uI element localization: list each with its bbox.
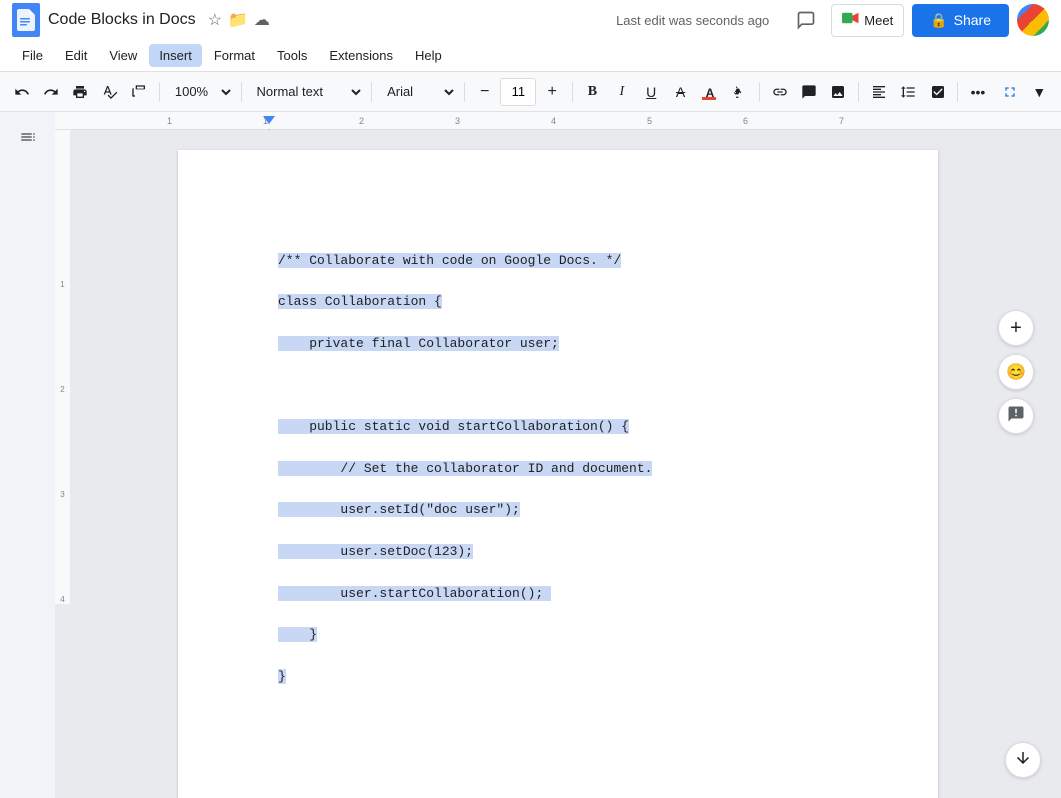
- style-select[interactable]: Normal text Heading 1 Heading 2 Heading …: [248, 78, 366, 106]
- divider-2: [241, 82, 242, 102]
- redo-button[interactable]: [37, 78, 64, 106]
- bold-button[interactable]: B: [579, 78, 606, 106]
- menu-help[interactable]: Help: [405, 44, 452, 67]
- emoji-icon: 😊: [1006, 362, 1026, 382]
- header-buttons: Meet 🔒 Share: [789, 3, 1049, 37]
- link-button[interactable]: [766, 78, 793, 106]
- feedback-icon: [1007, 405, 1025, 428]
- menu-view[interactable]: View: [99, 44, 147, 67]
- document-page: /** Collaborate with code on Google Docs…: [178, 150, 938, 798]
- toolbar: 100% 75% 125% 150% Normal text Heading 1…: [0, 72, 1061, 112]
- ruler-left: 1 2 3 4: [55, 130, 70, 604]
- menu-format[interactable]: Format: [204, 44, 265, 67]
- divider-8: [957, 82, 958, 102]
- menu-extensions[interactable]: Extensions: [319, 44, 403, 67]
- text-color-button[interactable]: A: [696, 78, 723, 106]
- outline-toggle[interactable]: [13, 122, 43, 152]
- main-area: 1 1 2 3 4 5 6 7 1 2 3 4: [0, 112, 1061, 798]
- share-button[interactable]: 🔒 Share: [912, 4, 1009, 37]
- suggest-button[interactable]: [996, 78, 1024, 106]
- font-size-decrease-button[interactable]: −: [471, 78, 498, 106]
- divider-7: [858, 82, 859, 102]
- divider-6: [759, 82, 760, 102]
- menu-tools[interactable]: Tools: [267, 44, 317, 67]
- cloud-icon[interactable]: ☁: [254, 10, 270, 30]
- divider-3: [371, 82, 372, 102]
- highlight-button[interactable]: [726, 78, 753, 106]
- meet-label: Meet: [864, 13, 893, 28]
- bottom-nav: [1005, 742, 1041, 778]
- left-panel: [0, 112, 55, 798]
- zoom-select[interactable]: 100% 75% 125% 150%: [166, 78, 235, 106]
- comment-button[interactable]: [795, 78, 822, 106]
- menu-insert[interactable]: Insert: [149, 44, 202, 67]
- title-bar: Code Blocks in Docs ☆ 📁 ☁ Last edit was …: [0, 0, 1061, 40]
- ruler: 1 1 2 3 4 5 6 7: [55, 112, 1061, 130]
- star-icon[interactable]: ☆: [208, 10, 222, 30]
- more-button[interactable]: •••: [964, 78, 991, 106]
- plus-icon: +: [1010, 317, 1022, 340]
- undo-button[interactable]: [8, 78, 35, 106]
- font-select[interactable]: Arial Times New Roman Courier New: [378, 78, 458, 106]
- menu-bar: File Edit View Insert Format Tools Exten…: [0, 40, 1061, 72]
- doc-title[interactable]: Code Blocks in Docs: [48, 11, 196, 29]
- add-button[interactable]: +: [998, 310, 1034, 346]
- scroll-down-button[interactable]: [1005, 742, 1041, 778]
- divider-4: [464, 82, 465, 102]
- content-area: 1 1 2 3 4 5 6 7 1 2 3 4: [55, 112, 1061, 798]
- down-arrow-icon: [1014, 749, 1032, 772]
- line-spacing-button[interactable]: [895, 78, 922, 106]
- comments-button[interactable]: [789, 3, 823, 37]
- divider-5: [572, 82, 573, 102]
- print-button[interactable]: [67, 78, 94, 106]
- image-button[interactable]: [825, 78, 852, 106]
- lock-icon: 🔒: [930, 12, 947, 29]
- feedback-button[interactable]: [998, 398, 1034, 434]
- last-edit-text: Last edit was seconds ago: [616, 13, 769, 28]
- share-label: Share: [954, 12, 991, 28]
- meet-icon: [842, 11, 860, 30]
- doc-scroll[interactable]: 1 2 3 4 /** Collaborate with code on Goo…: [55, 130, 1061, 798]
- strikethrough-button[interactable]: A: [667, 78, 694, 106]
- checklist-button[interactable]: [924, 78, 951, 106]
- align-button[interactable]: [865, 78, 892, 106]
- avatar[interactable]: [1017, 4, 1049, 36]
- doc-icon: [12, 3, 40, 37]
- font-size-input[interactable]: [500, 78, 536, 106]
- emoji-button[interactable]: 😊: [998, 354, 1034, 390]
- expand-button[interactable]: ▼: [1026, 78, 1053, 106]
- code-block[interactable]: /** Collaborate with code on Google Docs…: [278, 230, 838, 729]
- spellcheck-button[interactable]: [96, 78, 123, 106]
- menu-file[interactable]: File: [12, 44, 53, 67]
- paint-format-button[interactable]: [126, 78, 153, 106]
- italic-button[interactable]: I: [608, 78, 635, 106]
- folder-icon[interactable]: 📁: [228, 10, 248, 30]
- meet-button[interactable]: Meet: [831, 4, 904, 37]
- menu-edit[interactable]: Edit: [55, 44, 97, 67]
- right-panel: + 😊: [991, 230, 1041, 434]
- font-size-increase-button[interactable]: +: [538, 78, 565, 106]
- divider-1: [159, 82, 160, 102]
- title-icons: ☆ 📁 ☁: [208, 10, 270, 30]
- underline-button[interactable]: U: [638, 78, 665, 106]
